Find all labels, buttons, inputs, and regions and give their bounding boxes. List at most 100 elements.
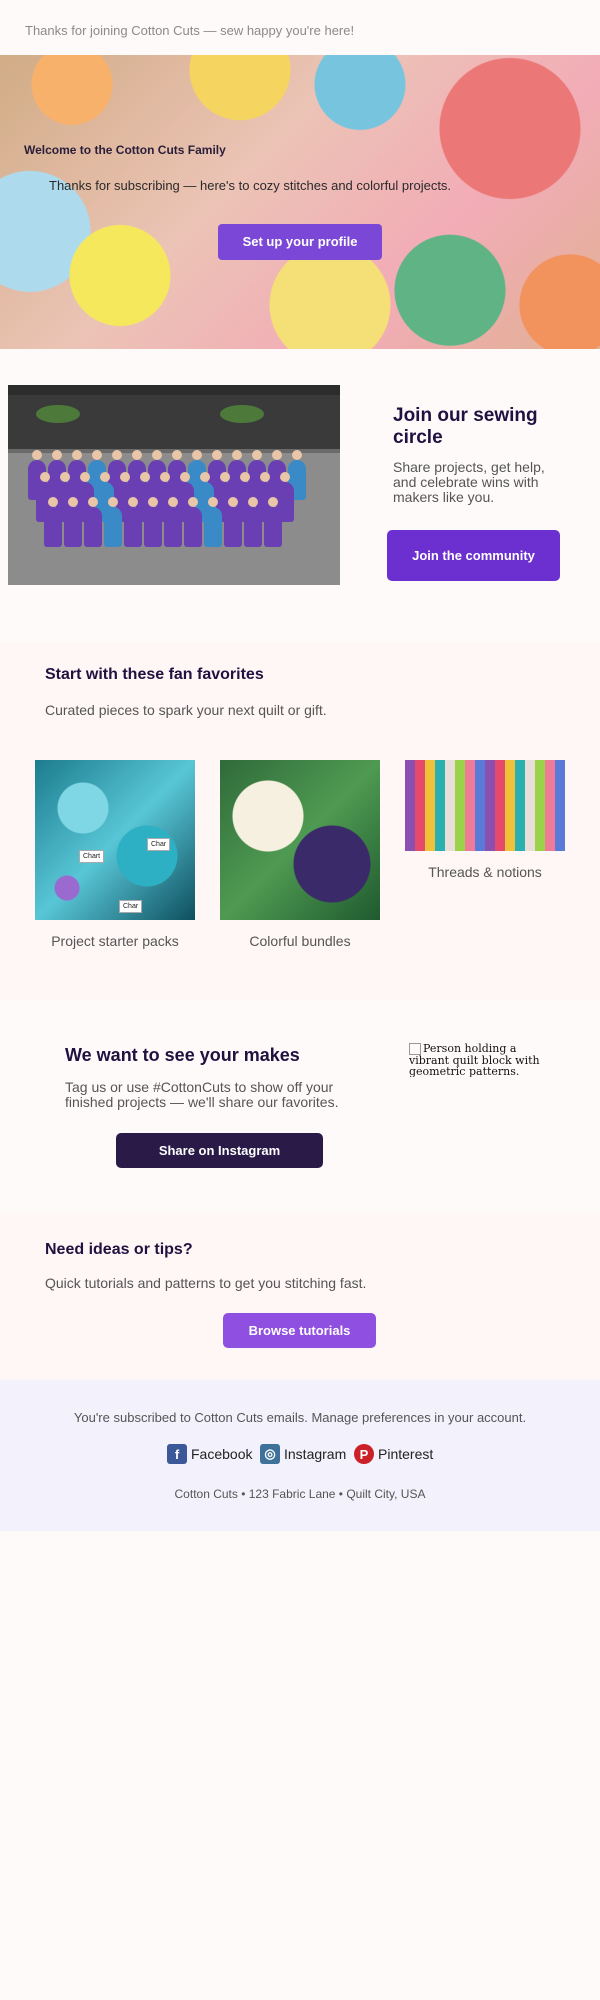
pinterest-link[interactable]: P Pinterest bbox=[354, 1443, 433, 1465]
person-head bbox=[92, 450, 102, 460]
facebook-label[interactable]: Facebook bbox=[191, 1446, 252, 1462]
person-head bbox=[48, 497, 58, 507]
favorite-label: Colorful bundles bbox=[249, 933, 351, 949]
instagram-icon[interactable]: ◎ bbox=[260, 1444, 280, 1464]
person-head bbox=[180, 472, 190, 482]
photo-plant bbox=[220, 405, 264, 423]
person-head bbox=[68, 497, 78, 507]
person-head bbox=[80, 472, 90, 482]
person-head bbox=[52, 450, 62, 460]
person-head bbox=[72, 450, 82, 460]
browse-tutorials-button[interactable]: Browse tutorials bbox=[223, 1313, 376, 1348]
person-head bbox=[192, 450, 202, 460]
broken-image-quilt-block: Person holding a vibrant quilt block wit… bbox=[409, 1043, 554, 1077]
person-head bbox=[268, 497, 278, 507]
person-head bbox=[40, 472, 50, 482]
colorful-bundles-image[interactable] bbox=[220, 760, 380, 920]
person-head bbox=[200, 472, 210, 482]
person-figure bbox=[164, 507, 182, 547]
favorites-title: Start with these fan favorites bbox=[45, 666, 264, 683]
hero-subtitle: Thanks for subscribing — here's to cozy … bbox=[49, 178, 452, 193]
photo-plant bbox=[36, 405, 80, 423]
person-figure bbox=[264, 507, 282, 547]
person-figure bbox=[84, 507, 102, 547]
instagram-link[interactable]: ◎ Instagram bbox=[260, 1443, 346, 1465]
person-head bbox=[128, 497, 138, 507]
join-community-button[interactable]: Join the community bbox=[387, 530, 560, 581]
pinterest-label[interactable]: Pinterest bbox=[378, 1446, 433, 1462]
person-head bbox=[160, 472, 170, 482]
favorite-label: Project starter packs bbox=[51, 933, 179, 949]
person-head bbox=[208, 497, 218, 507]
person-head bbox=[32, 450, 42, 460]
person-figure bbox=[224, 507, 242, 547]
person-head bbox=[220, 472, 230, 482]
person-head bbox=[232, 450, 242, 460]
person-figure bbox=[144, 507, 162, 547]
person-head bbox=[172, 450, 182, 460]
preheader-text: Thanks for joining Cotton Cuts — sew hap… bbox=[25, 23, 355, 38]
person-head bbox=[260, 472, 270, 482]
makes-text: Tag us or use #CottonCuts to show off yo… bbox=[65, 1079, 339, 1110]
person-head bbox=[252, 450, 262, 460]
photo-crowd bbox=[8, 450, 340, 560]
person-head bbox=[140, 472, 150, 482]
person-head bbox=[108, 497, 118, 507]
share-instagram-button[interactable]: Share on Instagram bbox=[116, 1133, 323, 1168]
starter-packs-image[interactable]: Chart Char Char bbox=[35, 760, 195, 920]
hero-banner: Welcome to the Cotton Cuts Family Thanks… bbox=[0, 55, 600, 349]
person-figure bbox=[184, 507, 202, 547]
makes-title: We want to see your makes bbox=[65, 1045, 300, 1065]
instagram-label[interactable]: Instagram bbox=[284, 1446, 346, 1462]
image-alt-text: Person holding a vibrant quilt block wit… bbox=[409, 1043, 540, 1077]
person-figure bbox=[204, 507, 222, 547]
community-group-photo bbox=[8, 385, 340, 585]
person-figure bbox=[44, 507, 62, 547]
person-figure bbox=[124, 507, 142, 547]
person-head bbox=[132, 450, 142, 460]
setup-profile-button[interactable]: Set up your profile bbox=[218, 224, 382, 260]
facebook-link[interactable]: f Facebook bbox=[167, 1443, 252, 1465]
footer-note: You're subscribed to Cotton Cuts emails.… bbox=[73, 1410, 527, 1425]
footer: You're subscribed to Cotton Cuts emails.… bbox=[0, 1380, 600, 1531]
person-head bbox=[188, 497, 198, 507]
person-head bbox=[212, 450, 222, 460]
person-head bbox=[152, 450, 162, 460]
hero-title: Welcome to the Cotton Cuts Family bbox=[24, 143, 226, 157]
tips-title: Need ideas or tips? bbox=[45, 1241, 193, 1258]
person-head bbox=[100, 472, 110, 482]
favorite-card-colorful-bundles[interactable]: Colorful bundles bbox=[220, 760, 380, 949]
person-head bbox=[60, 472, 70, 482]
photo-roof bbox=[8, 385, 340, 395]
person-figure bbox=[104, 507, 122, 547]
facebook-icon[interactable]: f bbox=[167, 1444, 187, 1464]
person-head bbox=[240, 472, 250, 482]
person-head bbox=[112, 450, 122, 460]
person-head bbox=[168, 497, 178, 507]
favorite-card-threads-notions[interactable]: Threads & notions bbox=[405, 760, 565, 880]
favorites-section: Start with these fan favorites Curated p… bbox=[0, 642, 600, 1000]
threads-notions-image[interactable] bbox=[405, 760, 565, 851]
community-title: Join our sewing circle bbox=[393, 405, 538, 448]
favorite-label: Threads & notions bbox=[428, 864, 542, 880]
person-head bbox=[228, 497, 238, 507]
community-text: Share projects, get help, and celebrate … bbox=[393, 459, 545, 505]
fabric-label-tag: Char bbox=[119, 900, 143, 913]
person-figure bbox=[244, 507, 262, 547]
person-head bbox=[248, 497, 258, 507]
person-head bbox=[88, 497, 98, 507]
tips-subtitle: Quick tutorials and patterns to get you … bbox=[45, 1275, 367, 1291]
tips-section: Need ideas or tips? Quick tutorials and … bbox=[0, 1213, 600, 1380]
person-head bbox=[148, 497, 158, 507]
hero-image-overlay bbox=[0, 55, 600, 349]
favorites-subtitle: Curated pieces to spark your next quilt … bbox=[45, 702, 327, 718]
fabric-label-tag: Char bbox=[147, 838, 171, 851]
person-head bbox=[292, 450, 302, 460]
fabric-label-tag: Chart bbox=[79, 850, 105, 863]
person-head bbox=[120, 472, 130, 482]
favorite-card-starter-packs[interactable]: Chart Char Char Project starter packs bbox=[35, 760, 195, 949]
footer-address: Cotton Cuts • 123 Fabric Lane • Quilt Ci… bbox=[174, 1487, 426, 1501]
pinterest-icon[interactable]: P bbox=[354, 1444, 374, 1464]
person-head bbox=[280, 472, 290, 482]
person-head bbox=[272, 450, 282, 460]
